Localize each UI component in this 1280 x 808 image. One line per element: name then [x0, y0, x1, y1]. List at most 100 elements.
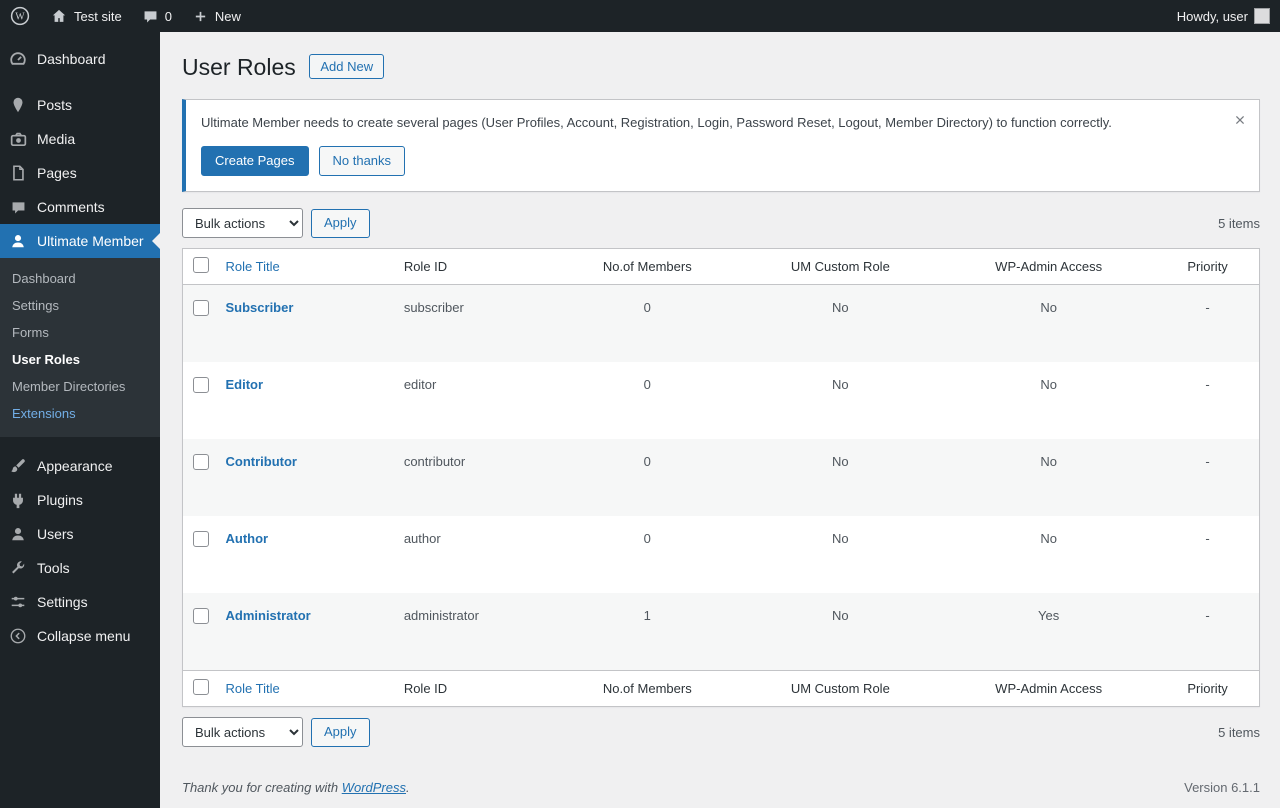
new-content-menu[interactable]: New	[182, 0, 251, 32]
dismiss-notice-button[interactable]	[1229, 109, 1251, 131]
row-checkbox[interactable]	[193, 377, 209, 394]
avatar	[1254, 8, 1270, 24]
sidebar-item-plugins[interactable]: Plugins	[0, 483, 160, 517]
role-id-cell: subscriber	[403, 300, 464, 316]
add-new-button[interactable]: Add New	[309, 54, 385, 79]
sidebar-item-comments[interactable]: Comments	[0, 190, 160, 224]
submenu-item-settings[interactable]: Settings	[0, 292, 160, 319]
sidebar-item-settings[interactable]: Settings	[0, 585, 160, 619]
submenu-item-extensions[interactable]: Extensions	[0, 400, 160, 427]
site-name-label: Test site	[74, 8, 122, 24]
sidebar-item-label: Appearance	[37, 458, 113, 474]
create-pages-button[interactable]: Create Pages	[201, 145, 309, 177]
user-icon	[8, 231, 28, 251]
wordpress-link[interactable]: WordPress	[342, 780, 406, 795]
apply-button[interactable]: Apply	[311, 717, 370, 747]
admin-sidebar: Dashboard Posts Media Pages Comments Ult…	[0, 32, 160, 808]
select-all-checkbox[interactable]	[193, 679, 209, 696]
sidebar-item-tools[interactable]: Tools	[0, 551, 160, 585]
column-header-role-id: Role ID	[393, 248, 556, 286]
admin-bar-right: Howdy, user	[1167, 0, 1280, 32]
role-id-cell: contributor	[403, 454, 466, 470]
role-id-cell: author	[403, 531, 441, 547]
no-thanks-button[interactable]: No thanks	[318, 145, 406, 177]
members-cell: 0	[643, 454, 651, 470]
sidebar-item-media[interactable]: Media	[0, 122, 160, 156]
table-row: Contributor contributor 0 No No -	[182, 439, 1260, 517]
role-title-cell: Author	[216, 516, 394, 593]
column-footer-role-id: Role ID	[393, 670, 556, 707]
role-id-cell: administrator	[403, 608, 479, 624]
role-title-cell: Contributor	[216, 439, 394, 516]
person-icon	[8, 524, 28, 544]
select-all-checkbox[interactable]	[193, 257, 209, 274]
wordpress-logo-icon: W	[10, 6, 30, 26]
tablenav-top: Bulk actions Apply 5 items	[182, 208, 1260, 239]
column-header-members: No.of Members	[555, 248, 740, 286]
table-head: Role Title Role ID No.of Members UM Cust…	[182, 248, 1260, 286]
role-title-link[interactable]: Editor	[226, 377, 264, 392]
submenu-item-user-roles[interactable]: User Roles	[0, 346, 160, 373]
custom-role-cell: No	[832, 454, 849, 470]
admin-notice: Ultimate Member needs to create several …	[182, 99, 1260, 193]
my-account-menu[interactable]: Howdy, user	[1167, 0, 1280, 32]
submenu-item-dashboard[interactable]: Dashboard	[0, 265, 160, 292]
role-title-link[interactable]: Subscriber	[226, 300, 294, 315]
select-all-footer	[182, 670, 216, 707]
submenu-item-member-directories[interactable]: Member Directories	[0, 373, 160, 400]
camera-icon	[8, 129, 28, 149]
notice-actions: Create Pages No thanks	[201, 145, 1215, 177]
role-id-cell: editor	[403, 377, 437, 393]
sidebar-item-collapse-menu[interactable]: Collapse menu	[0, 619, 160, 653]
apply-button[interactable]: Apply	[311, 208, 370, 238]
table-body: Subscriber subscriber 0 No No - Editor e…	[182, 284, 1260, 671]
admin-access-cell: No	[1040, 300, 1057, 316]
sidebar-item-label: Tools	[37, 560, 70, 576]
sidebar-item-dashboard[interactable]: Dashboard	[0, 42, 160, 76]
sort-role-title-link[interactable]: Role Title	[226, 681, 280, 696]
row-checkbox[interactable]	[193, 300, 209, 317]
sidebar-item-posts[interactable]: Posts	[0, 88, 160, 122]
sidebar-item-label: Pages	[37, 165, 77, 181]
row-checkbox-cell	[183, 516, 216, 593]
priority-cell: -	[1205, 531, 1210, 547]
column-header-admin-access: WP-Admin Access	[941, 248, 1157, 286]
sidebar-item-pages[interactable]: Pages	[0, 156, 160, 190]
admin-bar-left: W Test site 0 New	[0, 0, 251, 32]
sidebar-item-ultimate-member[interactable]: Ultimate Member	[0, 224, 160, 258]
dashboard-icon	[8, 49, 28, 69]
sidebar-separator	[0, 76, 160, 88]
row-checkbox[interactable]	[193, 608, 209, 625]
notice-text: Ultimate Member needs to create several …	[201, 115, 1112, 130]
bulk-actions-select[interactable]: Bulk actions	[182, 717, 303, 748]
row-checkbox-cell	[183, 362, 216, 439]
members-cell: 0	[643, 531, 651, 547]
role-title-link[interactable]: Contributor	[226, 454, 297, 469]
row-checkbox[interactable]	[193, 454, 209, 471]
sidebar-item-label: Comments	[37, 199, 105, 215]
table-row: Subscriber subscriber 0 No No -	[182, 284, 1260, 363]
role-title-link[interactable]: Administrator	[226, 608, 311, 623]
role-title-cell: Editor	[216, 362, 394, 439]
site-name-menu[interactable]: Test site	[40, 0, 132, 32]
items-count: 5 items	[1218, 724, 1260, 740]
bulk-actions-select[interactable]: Bulk actions	[182, 208, 303, 239]
plus-icon	[192, 8, 209, 25]
brush-icon	[8, 456, 28, 476]
role-title-link[interactable]: Author	[226, 531, 269, 546]
footer-period: .	[406, 780, 410, 795]
sidebar-item-appearance[interactable]: Appearance	[0, 449, 160, 483]
custom-role-cell: No	[832, 608, 849, 624]
members-cell: 0	[643, 300, 651, 316]
row-checkbox-cell	[183, 285, 216, 363]
sidebar-item-users[interactable]: Users	[0, 517, 160, 551]
comments-menu[interactable]: 0	[132, 0, 182, 32]
new-label: New	[214, 8, 241, 24]
row-checkbox[interactable]	[193, 531, 209, 548]
home-icon	[50, 7, 68, 25]
footer-thanks-text: Thank you for creating with	[182, 780, 342, 795]
submenu-item-forms[interactable]: Forms	[0, 319, 160, 346]
plug-icon	[8, 490, 28, 510]
sort-role-title-link[interactable]: Role Title	[226, 259, 280, 274]
wp-logo-menu[interactable]: W	[0, 0, 40, 32]
